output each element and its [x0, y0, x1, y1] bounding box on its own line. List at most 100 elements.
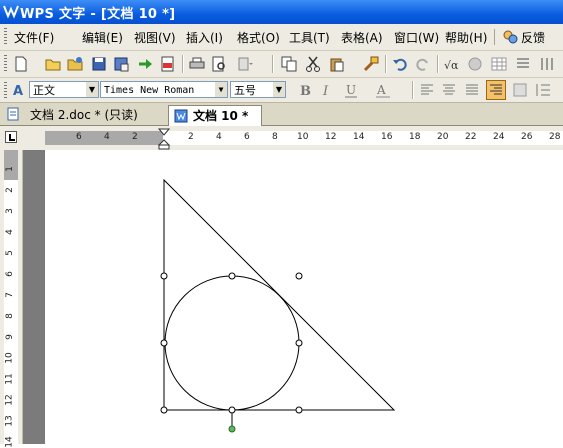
toolbar-separator [437, 55, 439, 73]
ruler-label: 20 [437, 132, 449, 142]
toolbar-separator [182, 55, 184, 73]
drawing-canvas[interactable] [45, 150, 563, 444]
align-justify-icon[interactable] [463, 81, 481, 99]
formatting-toolbar: A 正文 ▼ Times New Roman ▼ 五号 ▼ B I U A [0, 78, 563, 103]
resize-handle[interactable] [160, 272, 168, 280]
format-painter-icon[interactable] [362, 55, 380, 73]
align-center-icon[interactable] [440, 81, 458, 99]
tab-label: 文档 10 * [193, 109, 249, 123]
ruler-label: 5 [4, 250, 15, 256]
menu-tools[interactable]: 工具(T) [289, 29, 330, 46]
ruler-label: 22 [465, 132, 477, 142]
horizontal-ruler[interactable]: 6 4 2 2 4 6 8 10 12 14 16 18 20 22 24 26… [0, 126, 563, 151]
menu-file[interactable]: 文件(F) [14, 29, 54, 46]
toolbar-grip[interactable] [4, 55, 7, 73]
menu-window[interactable]: 窗口(W) [394, 29, 439, 46]
document-tab-bar: 文档 2.doc * (只读) 文档 10 * [0, 103, 563, 126]
align-left-icon[interactable] [418, 81, 436, 99]
feedback-icon[interactable] [502, 29, 518, 45]
web-icon[interactable] [466, 55, 484, 73]
bold-icon[interactable]: B [296, 81, 314, 99]
font-value: Times New Roman [104, 85, 195, 96]
resize-handle[interactable] [295, 406, 303, 414]
styles-pane-icon[interactable]: A [10, 81, 28, 99]
align-right-icon[interactable] [486, 80, 506, 100]
underline-icon[interactable]: U [342, 81, 360, 99]
menu-edit[interactable]: 编辑(E) [82, 29, 123, 46]
tab-stop-selector[interactable] [5, 131, 17, 143]
wps-document-icon [174, 109, 188, 123]
chevron-down-icon[interactable]: ▼ [86, 82, 98, 97]
inscribed-circle-shape[interactable] [164, 275, 300, 411]
menubar-grip[interactable] [4, 28, 7, 46]
resize-handle[interactable] [295, 272, 303, 280]
open-recent-icon[interactable] [66, 55, 84, 73]
save-as-icon[interactable] [112, 55, 130, 73]
standard-toolbar: √α [0, 51, 563, 78]
chevron-down-icon[interactable]: ▼ [273, 82, 285, 97]
cut-icon[interactable] [304, 55, 322, 73]
style-select[interactable]: 正文 ▼ [29, 81, 99, 98]
menu-view[interactable]: 视图(V) [134, 29, 176, 46]
document-page[interactable] [45, 150, 563, 444]
columns-icon[interactable] [514, 55, 532, 73]
dropdown-tool-icon[interactable] [236, 55, 254, 73]
svg-text:B: B [300, 84, 311, 99]
italic-icon[interactable]: I [318, 81, 336, 99]
style-value: 正文 [33, 84, 55, 97]
distribute-icon[interactable] [511, 81, 529, 99]
toolbar-separator [385, 55, 387, 73]
ruler-label: 2 [4, 187, 15, 193]
ruler-label: 10 [297, 132, 309, 142]
font-size-select[interactable]: 五号 ▼ [230, 81, 286, 98]
ruler-label: 1 [4, 166, 15, 172]
ruler-label: 26 [521, 132, 533, 142]
export-pdf-icon[interactable] [158, 55, 176, 73]
copy-icon[interactable] [280, 55, 298, 73]
ruler-label: 2 [188, 132, 194, 142]
ruler-label: 10 [4, 352, 15, 364]
save-icon[interactable] [90, 55, 108, 73]
ruler-label: 13 [4, 415, 15, 427]
open-folder-icon[interactable] [44, 55, 62, 73]
text-direction-icon[interactable] [538, 55, 556, 73]
menu-help[interactable]: 帮助(H) [445, 29, 487, 46]
ruler-label: 3 [4, 208, 15, 214]
resize-handle[interactable] [295, 339, 303, 347]
chevron-down-icon[interactable]: ▼ [215, 82, 227, 97]
menu-separator [494, 29, 495, 45]
toolbar-grip[interactable] [4, 82, 7, 98]
menu-table[interactable]: 表格(A) [341, 29, 383, 46]
ruler-label: 7 [4, 292, 15, 298]
send-mail-icon[interactable] [136, 55, 154, 73]
font-select[interactable]: Times New Roman ▼ [100, 81, 228, 98]
print-preview-icon[interactable] [210, 55, 228, 73]
formula-icon[interactable]: √α [443, 55, 461, 73]
toolbar-separator [412, 81, 414, 99]
svg-text:A: A [376, 83, 386, 97]
table-icon[interactable] [490, 55, 508, 73]
menu-insert[interactable]: 插入(I) [186, 29, 223, 46]
svg-text:U: U [346, 83, 356, 97]
resize-handle[interactable] [160, 406, 168, 414]
menu-format[interactable]: 格式(O) [237, 29, 280, 46]
ruler-label: 18 [409, 132, 421, 142]
tab-document-2[interactable]: 文档 2.doc * (只读) [30, 105, 138, 125]
resize-handle[interactable] [160, 339, 168, 347]
resize-handle[interactable] [228, 272, 236, 280]
undo-icon[interactable] [391, 55, 409, 73]
paste-icon[interactable] [328, 55, 346, 73]
line-spacing-icon[interactable] [534, 81, 552, 99]
redo-icon[interactable] [414, 55, 432, 73]
rotation-handle[interactable] [228, 425, 236, 433]
vertical-ruler[interactable]: 1 2 3 4 5 6 7 8 9 10 11 12 13 14 [0, 150, 23, 448]
indent-marker-icon[interactable] [158, 128, 170, 150]
font-color-icon[interactable]: A [374, 81, 392, 99]
print-icon[interactable] [188, 55, 206, 73]
resize-handle[interactable] [228, 406, 236, 414]
new-document-icon[interactable] [12, 55, 30, 73]
ruler-label: 6 [244, 132, 250, 142]
ruler-label: 24 [493, 132, 505, 142]
feedback-label[interactable]: 反馈 [521, 29, 545, 46]
tab-document-10[interactable]: 文档 10 * [168, 105, 262, 126]
